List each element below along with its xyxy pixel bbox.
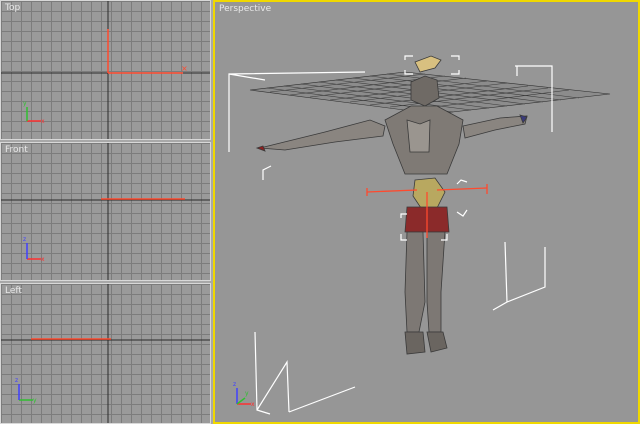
front-view-canvas: x z: [1, 143, 210, 280]
axis-label-z: z: [23, 236, 26, 243]
viewport-top[interactable]: Top × x y: [0, 0, 211, 140]
axis-label-x: x: [251, 401, 255, 408]
left-view-canvas: y z: [1, 284, 210, 423]
perspective-view-canvas: x y z: [228, 55, 611, 415]
top-view-canvas: × x y: [1, 1, 210, 139]
axis-label-y: y: [245, 390, 249, 397]
axis-tripod-icon: x z: [23, 236, 45, 263]
transform-gizmo: [366, 184, 488, 238]
axis-label-z: z: [233, 381, 236, 388]
axis-tripod-icon: x y: [23, 100, 45, 125]
axis-label-x: x: [41, 118, 45, 125]
axis-label-y: y: [33, 397, 37, 404]
svg-text:×: ×: [181, 64, 188, 73]
axis-label-x: x: [41, 256, 45, 263]
axis-label-y: y: [23, 100, 27, 107]
axis-label-z: z: [15, 377, 18, 384]
axis-tripod-icon: x y z: [233, 381, 255, 408]
axis-tripod-icon: y z: [15, 377, 37, 404]
viewport-left[interactable]: Left y z: [0, 283, 211, 424]
viewport-perspective[interactable]: Perspective x y z: [213, 0, 640, 424]
viewport-front[interactable]: Front x z: [0, 142, 211, 281]
